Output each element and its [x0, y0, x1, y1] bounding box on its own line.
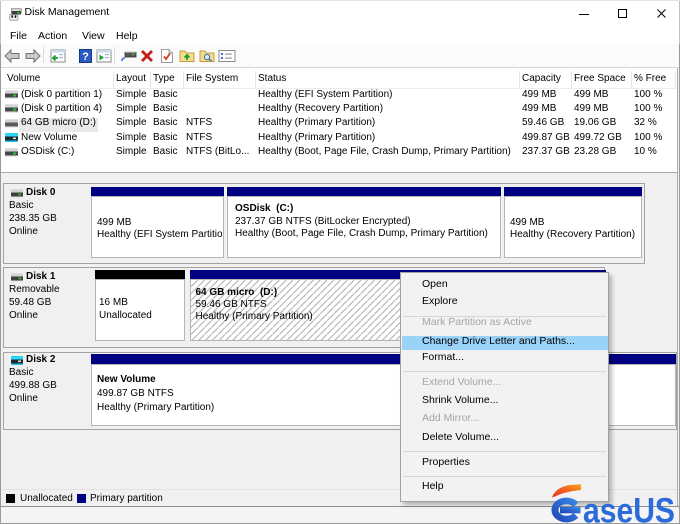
svg-text:?: ? — [82, 51, 89, 63]
svg-text:aseUS: aseUS — [583, 491, 675, 524]
